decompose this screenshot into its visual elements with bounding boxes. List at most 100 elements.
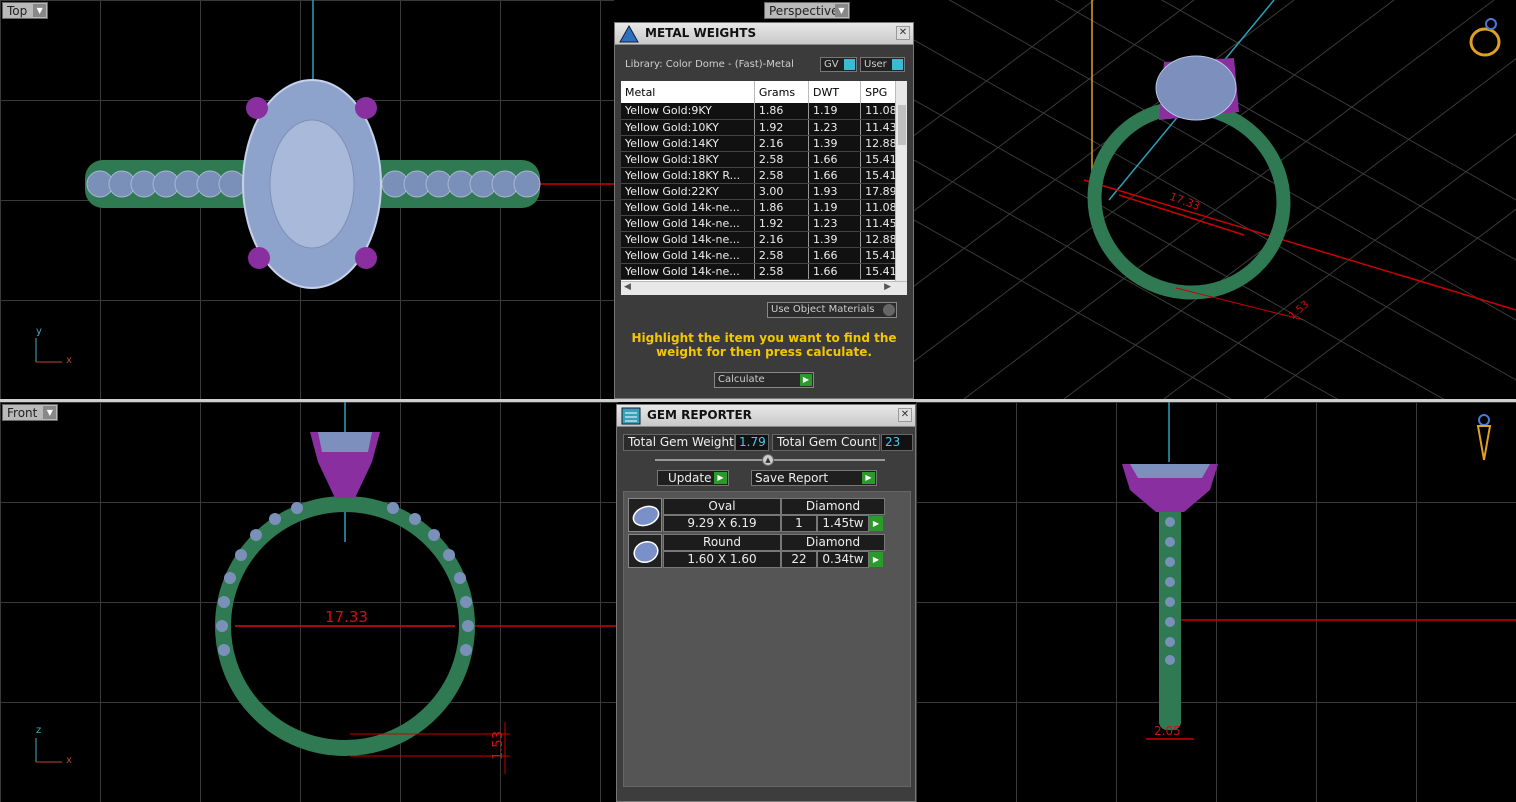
total-gem-count-value: 23 <box>881 434 913 451</box>
update-button[interactable]: Update ▶ <box>657 470 729 486</box>
metal-table[interactable]: Metal Grams DWT SPG Yellow Gold:9KY 1.86 1.19… <box>621 81 907 295</box>
toggle-circle-icon[interactable] <box>883 304 895 316</box>
viewport-perspective[interactable]: 17.33 1.53 Perspective▼ <box>914 0 1516 399</box>
metal-cell-grams: 2.58 <box>754 151 810 168</box>
metal-cell-grams: 1.92 <box>754 119 810 136</box>
viewport-right[interactable]: 2.05 <box>916 402 1516 802</box>
gem-type: Diamond <box>781 534 885 551</box>
metal-cell-dwt: 1.19 <box>808 103 862 120</box>
gv-checkbox[interactable] <box>844 59 855 70</box>
total-gem-weight-value: 1.79 <box>735 434 769 451</box>
metal-row[interactable]: Yellow Gold 14k-ne... 2.16 1.39 12.88 <box>621 231 907 248</box>
splitter-grip-icon[interactable]: ▲ <box>762 454 774 466</box>
gem-weight: 1.45tw <box>817 515 869 532</box>
viewport-top-menu[interactable]: Top ▼ <box>2 2 49 19</box>
calculate-hint: Highlight the item you want to find the … <box>631 331 897 359</box>
gv-toggle[interactable]: GV <box>820 57 857 72</box>
metal-cell-metal: Yellow Gold:22KY <box>621 183 755 200</box>
table-scrollbar-horizontal[interactable]: ◀ ▶ <box>621 281 907 295</box>
metal-cell-metal: Yellow Gold:18KY R... <box>621 167 755 184</box>
use-object-materials-toggle[interactable]: Use Object Materials <box>767 302 897 318</box>
metal-cell-dwt: 1.93 <box>808 183 862 200</box>
gem-reporter-titlebar[interactable]: GEM REPORTER ✕ <box>617 405 915 427</box>
metal-cell-grams: 1.86 <box>754 199 810 216</box>
metal-cell-metal: Yellow Gold:18KY <box>621 151 755 168</box>
viewport-top-label: Top <box>7 4 28 18</box>
viewport-front[interactable]: 17.33 1.53 z x Front ▼ <box>0 402 618 802</box>
viewport-front-label: Front <box>7 406 38 420</box>
calculate-label: Calculate <box>718 374 765 385</box>
save-report-button[interactable]: Save Report ▶ <box>751 470 877 486</box>
side-width-dimension: 2.05 <box>1154 724 1181 738</box>
metal-row[interactable]: Yellow Gold:14KY 2.16 1.39 12.88 <box>621 135 907 152</box>
gem-row[interactable]: Oval Diamond 9.29 X 6.19 1 1.45tw ▶ <box>628 498 888 532</box>
metal-weights-panel: METAL WEIGHTS ✕ Library: Color Dome - (F… <box>614 22 914 399</box>
column-header-dwt[interactable]: DWT <box>808 81 862 103</box>
metal-row[interactable]: Yellow Gold:18KY R... 2.58 1.66 15.41 <box>621 167 907 184</box>
metal-cell-dwt: 1.19 <box>808 199 862 216</box>
pin-icon[interactable] <box>1474 414 1494 464</box>
metal-row[interactable]: Yellow Gold 14k-ne... 1.92 1.23 11.45 <box>621 215 907 232</box>
gem-size: 9.29 X 6.19 <box>663 515 781 532</box>
close-icon[interactable]: ✕ <box>898 408 912 422</box>
metal-cell-dwt: 1.23 <box>808 215 862 232</box>
metal-cell-grams: 1.92 <box>754 215 810 232</box>
metal-row[interactable]: Yellow Gold:22KY 3.00 1.93 17.89 <box>621 183 907 200</box>
metal-cell-dwt: 1.23 <box>808 119 862 136</box>
gem-count: 1 <box>781 515 817 532</box>
chevron-down-icon[interactable]: ▼ <box>835 4 848 17</box>
gem-list: Oval Diamond 9.29 X 6.19 1 1.45tw ▶ Roun… <box>623 491 911 787</box>
perspective-tab[interactable]: Perspective ▼ <box>764 2 850 19</box>
gem-detail-arrow-icon[interactable]: ▶ <box>869 516 883 531</box>
gem-weight: 0.34tw <box>817 551 869 568</box>
metal-row[interactable]: Yellow Gold 14k-ne... 1.86 1.19 11.08 <box>621 199 907 216</box>
chevron-down-icon[interactable]: ▼ <box>33 4 47 17</box>
chevron-down-icon[interactable]: ▼ <box>43 406 57 419</box>
metal-row[interactable]: Yellow Gold:10KY 1.92 1.23 11.43 <box>621 119 907 136</box>
metal-cell-grams: 2.58 <box>754 263 810 280</box>
scroll-right-icon[interactable]: ▶ <box>884 282 891 292</box>
metal-row[interactable]: Yellow Gold:18KY 2.58 1.66 15.41 <box>621 151 907 168</box>
front-dimension: 17.33 <box>325 608 368 626</box>
metal-cell-metal: Yellow Gold 14k-ne... <box>621 231 755 248</box>
update-label: Update <box>668 471 712 485</box>
viewport-top[interactable]: y x Top ▼ <box>0 0 614 399</box>
metal-row[interactable]: Yellow Gold:9KY 1.86 1.19 11.08 <box>621 103 907 120</box>
library-label: Library: Color Dome - (Fast)-Metal <box>625 59 794 70</box>
metal-weights-titlebar[interactable]: METAL WEIGHTS ✕ <box>615 23 913 45</box>
metal-cell-grams: 2.58 <box>754 167 810 184</box>
play-arrow-icon: ▶ <box>862 472 875 484</box>
metal-row[interactable]: Yellow Gold 14k-ne... 2.58 1.66 15.41 <box>621 247 907 264</box>
column-header-grams[interactable]: Grams <box>754 81 810 103</box>
metal-cell-dwt: 1.66 <box>808 167 862 184</box>
metal-cell-metal: Yellow Gold 14k-ne... <box>621 263 755 280</box>
play-arrow-icon: ▶ <box>800 374 812 386</box>
calculate-button[interactable]: Calculate ▶ <box>714 372 814 388</box>
metal-cell-metal: Yellow Gold:10KY <box>621 119 755 136</box>
play-arrow-icon: ▶ <box>714 472 727 484</box>
gem-reporter-panel: GEM REPORTER ✕ Total Gem Weight 1.79 Tot… <box>616 404 916 802</box>
side-ring-band <box>1159 502 1181 730</box>
close-icon[interactable]: ✕ <box>896 26 910 40</box>
metal-weights-title: METAL WEIGHTS <box>645 26 757 40</box>
gem-size: 1.60 X 1.60 <box>663 551 781 568</box>
metal-cell-grams: 3.00 <box>754 183 810 200</box>
column-header-metal[interactable]: Metal <box>621 81 755 103</box>
table-scrollbar-vertical[interactable] <box>895 81 907 281</box>
metal-cell-metal: Yellow Gold 14k-ne... <box>621 199 755 216</box>
scroll-left-icon[interactable]: ◀ <box>624 282 631 292</box>
user-checkbox[interactable] <box>892 59 903 70</box>
ring-icon[interactable] <box>1467 16 1503 58</box>
viewport-front-menu[interactable]: Front ▼ <box>2 404 59 421</box>
user-toggle[interactable]: User <box>860 57 905 72</box>
top-view-scene <box>35 0 614 363</box>
metal-cell-grams: 2.16 <box>754 135 810 152</box>
front-view-scene <box>35 402 618 774</box>
metal-cell-metal: Yellow Gold 14k-ne... <box>621 215 755 232</box>
metal-cell-metal: Yellow Gold 14k-ne... <box>621 247 755 264</box>
metal-cell-metal: Yellow Gold:14KY <box>621 135 755 152</box>
right-view-scene <box>1122 402 1516 740</box>
metal-row[interactable]: Yellow Gold 14k-ne... 2.58 1.66 15.41 <box>621 263 907 280</box>
gem-row[interactable]: Round Diamond 1.60 X 1.60 22 0.34tw ▶ <box>628 534 888 568</box>
gem-detail-arrow-icon[interactable]: ▶ <box>869 552 883 567</box>
